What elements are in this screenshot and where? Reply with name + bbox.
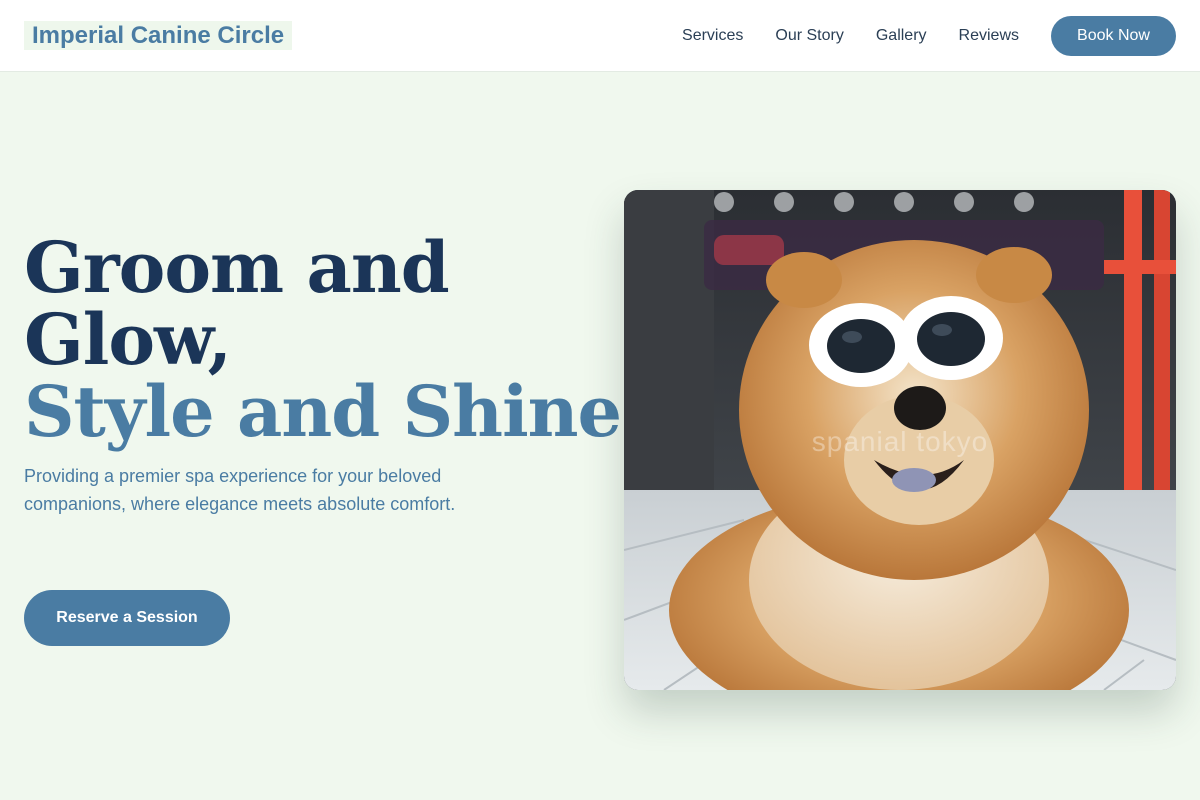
site-logo[interactable]: Imperial Canine Circle bbox=[24, 21, 293, 50]
book-now-button[interactable]: Book Now bbox=[1051, 16, 1176, 56]
nav-link-our-story[interactable]: Our Story bbox=[775, 16, 843, 56]
hero-subtitle: Providing a premier spa experience for y… bbox=[24, 466, 456, 514]
image-watermark: spanial tokyo bbox=[811, 426, 989, 457]
hero-title: Groom and Glow, Style and Shine. bbox=[24, 226, 645, 453]
hero-copy: Groom and Glow, Style and Shine. Providi… bbox=[24, 226, 645, 518]
site-header: Imperial Canine Circle Services Our Stor… bbox=[0, 0, 1200, 72]
nav-link-reviews[interactable]: Reviews bbox=[959, 16, 1019, 56]
hero-dog-photo: spanial tokyo bbox=[624, 190, 1176, 690]
hero-title-line-2: Glow, bbox=[24, 298, 232, 381]
nav-link-gallery[interactable]: Gallery bbox=[876, 16, 927, 56]
nav-link-services[interactable]: Services bbox=[682, 16, 743, 56]
reserve-session-button[interactable]: Reserve a Session bbox=[24, 590, 230, 646]
hero-title-line-1: Groom and bbox=[24, 226, 450, 309]
main-nav: Services Our Story Gallery Reviews Book … bbox=[682, 16, 1176, 56]
hero-title-line-3: Style and Shine. bbox=[24, 370, 645, 453]
